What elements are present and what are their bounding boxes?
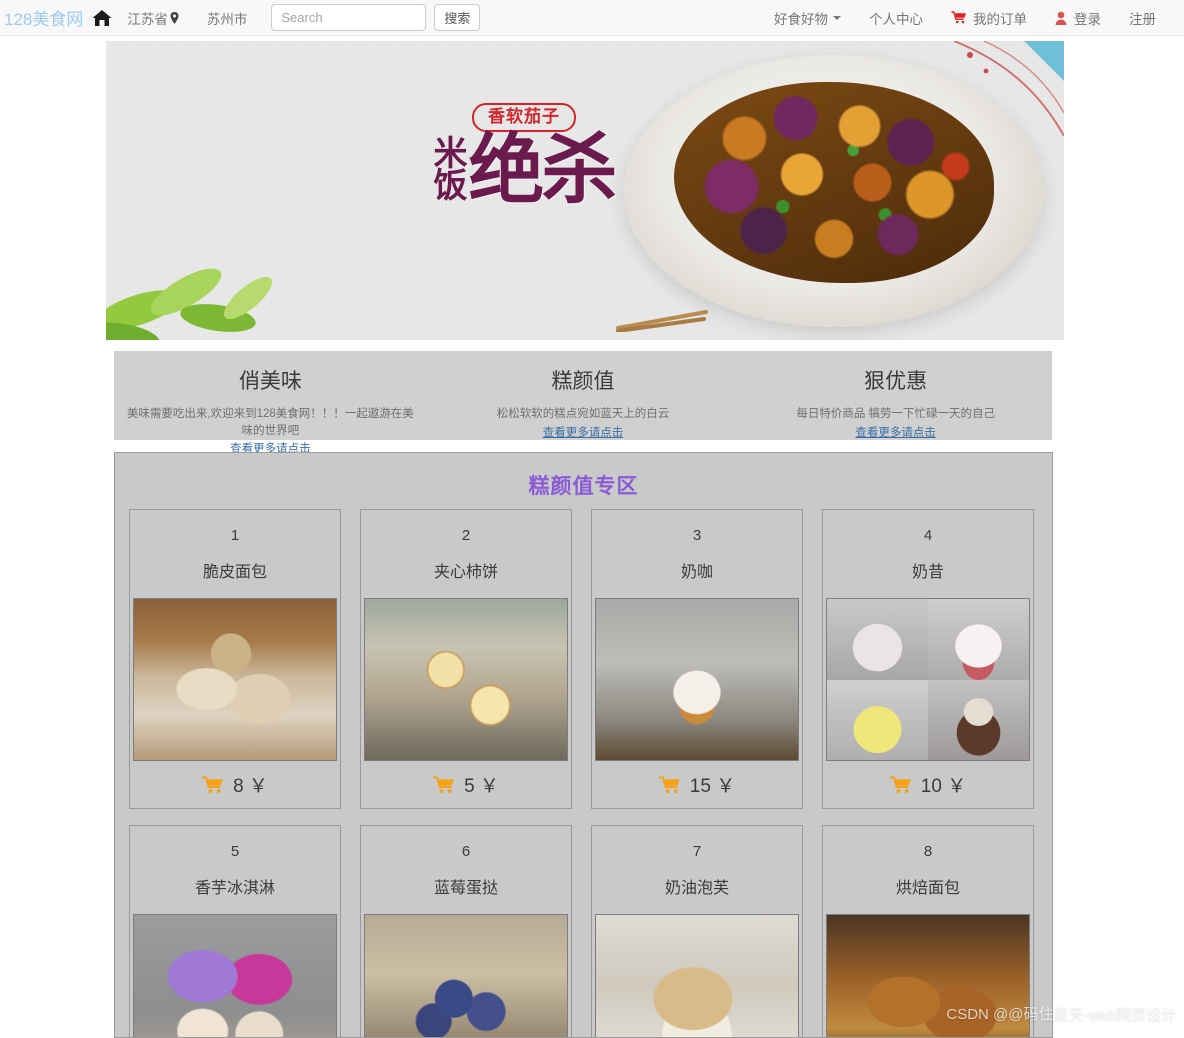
banner-line-2: 饭 — [433, 165, 468, 206]
product-card[interactable]: 7 奶油泡芙 — [591, 825, 803, 1037]
product-price: 8 ￥ — [233, 776, 268, 797]
banner-headline: 香软茄子 米 饭 绝杀 — [374, 103, 674, 215]
search-input[interactable] — [271, 4, 427, 31]
product-price-row[interactable]: 8 ￥ — [130, 761, 340, 808]
nav-item-register[interactable]: 注册 — [1115, 8, 1170, 28]
product-card[interactable]: 3 奶咖 15 ￥ — [591, 509, 803, 809]
nav-province-label: 江苏省 — [127, 11, 168, 27]
product-name: 夹心柿饼 — [433, 564, 498, 581]
feature-more-link[interactable]: 查看更多请点击 — [427, 424, 740, 440]
leaf-decoration — [106, 240, 308, 340]
nav-left-group: 128美食网 江苏省 苏州市 搜索 — [0, 4, 481, 31]
cart-icon[interactable] — [432, 775, 455, 794]
product-grid: 1 脆皮面包 8 ￥ 2 夹心柿饼 5 ￥ 3 奶咖 15 ￥ 4 奶昔 10 ￥ 5 香芋冰淇淋 6 蓝莓蛋… — [115, 509, 1052, 1037]
banner-dish-image — [624, 55, 1044, 327]
product-index: 5 — [230, 843, 240, 860]
product-index: 6 — [461, 843, 471, 860]
product-image[interactable] — [826, 598, 1030, 761]
home-icon[interactable] — [91, 9, 113, 27]
product-card[interactable]: 5 香芋冰淇淋 — [129, 825, 341, 1037]
product-card[interactable]: 4 奶昔 10 ￥ — [822, 509, 1034, 809]
location-pin-icon — [170, 11, 179, 24]
feature-description: 每日特价商品 犒劳一下忙碌一天的自己 — [796, 408, 996, 420]
product-price-row[interactable]: 5 ￥ — [361, 761, 571, 808]
product-name: 烘焙面包 — [895, 880, 960, 897]
banner-huge-text: 绝杀 — [468, 125, 618, 215]
feature-column-3: 狠优惠 每日特价商品 犒劳一下忙碌一天的自己 查看更多请点击 — [739, 351, 1052, 440]
product-name: 蓝莓蛋挞 — [433, 880, 498, 897]
nav-item-goods[interactable]: 好食好物 — [760, 8, 855, 28]
product-index: 2 — [461, 527, 471, 544]
product-image[interactable] — [364, 598, 568, 761]
product-price: 10 ￥ — [920, 776, 967, 797]
feature-highlights: 俏美味 美味需要吃出来,欢迎来到128美食网！！！一起遨游在美味的世界吧 查看更… — [114, 351, 1052, 455]
section-title: 糕颜值专区 — [528, 473, 639, 498]
feature-column-1: 俏美味 美味需要吃出来,欢迎来到128美食网！！！一起遨游在美味的世界吧 查看更… — [114, 351, 427, 455]
product-image[interactable] — [364, 914, 568, 1037]
product-image[interactable] — [595, 914, 799, 1037]
product-index: 3 — [692, 527, 702, 544]
feature-column-2: 糕颜值 松松软软的糕点宛如蓝天上的白云 查看更多请点击 — [427, 351, 740, 440]
product-index: 1 — [230, 527, 240, 544]
eggplant-potato-dish — [674, 82, 994, 284]
banner-big-text: 米 饭 绝杀 — [374, 125, 674, 215]
product-name: 奶昔 — [911, 564, 944, 581]
nav-item-goods-label: 好食好物 — [774, 11, 828, 27]
product-image[interactable] — [595, 598, 799, 761]
feature-title: 糕颜值 — [551, 369, 615, 393]
product-price-row[interactable]: 15 ￥ — [592, 761, 802, 808]
product-index: 7 — [692, 843, 702, 860]
search-group: 搜索 — [271, 4, 481, 31]
dessert-tile — [827, 679, 928, 760]
product-card[interactable]: 8 烘焙面包 — [822, 825, 1034, 1037]
feature-title: 俏美味 — [238, 369, 302, 393]
product-image[interactable] — [133, 598, 337, 761]
cart-icon[interactable] — [658, 775, 681, 794]
search-button[interactable]: 搜索 — [434, 4, 481, 31]
user-icon — [1055, 11, 1067, 25]
hero-banner[interactable]: 香软茄子 米 饭 绝杀 — [106, 41, 1064, 340]
cart-icon — [951, 11, 967, 24]
chopsticks-icon — [616, 310, 712, 333]
product-index: 8 — [923, 843, 933, 860]
nav-province[interactable]: 江苏省 — [113, 8, 193, 28]
nav-item-login-label: 登录 — [1074, 11, 1101, 27]
nav-city[interactable]: 苏州市 — [193, 8, 262, 28]
dessert-tile — [928, 599, 1029, 680]
product-name: 奶油泡芙 — [664, 880, 729, 897]
product-price-row[interactable]: 10 ￥ — [823, 761, 1033, 808]
product-card[interactable]: 1 脆皮面包 8 ￥ — [129, 509, 341, 809]
product-price: 15 ￥ — [689, 776, 736, 797]
nav-item-orders[interactable]: 我的订单 — [937, 8, 1041, 28]
chevron-down-icon — [833, 15, 841, 20]
product-image[interactable] — [826, 914, 1030, 1037]
product-name: 奶咖 — [680, 564, 713, 581]
product-price: 5 ￥ — [464, 776, 499, 797]
feature-description: 美味需要吃出来,欢迎来到128美食网！！！一起遨游在美味的世界吧 — [126, 408, 414, 437]
feature-more-link[interactable]: 查看更多请点击 — [739, 424, 1052, 440]
nav-item-orders-label: 我的订单 — [973, 11, 1027, 27]
top-navigation-bar: 128美食网 江苏省 苏州市 搜索 好食好物 个人中心 — [0, 0, 1184, 36]
nav-item-profile[interactable]: 个人中心 — [855, 8, 937, 28]
dessert-tile — [827, 599, 928, 680]
nav-right-group: 好食好物 个人中心 我的订单 登录 注册 — [760, 8, 1170, 28]
dessert-tile — [928, 679, 1029, 760]
product-card[interactable]: 2 夹心柿饼 5 ￥ — [360, 509, 572, 809]
product-image[interactable] — [133, 914, 337, 1037]
banner-small-lines: 米 饭 — [433, 137, 468, 206]
feature-description: 松松软软的糕点宛如蓝天上的白云 — [496, 408, 670, 420]
product-index: 4 — [923, 527, 933, 544]
cart-icon[interactable] — [889, 775, 912, 794]
site-logo[interactable]: 128美食网 — [0, 5, 89, 30]
product-name: 脆皮面包 — [202, 564, 267, 581]
product-section: 糕颜值专区 1 脆皮面包 8 ￥ 2 夹心柿饼 5 ￥ 3 奶咖 15 ￥ 4 奶昔 10 ￥ 5 香芋冰… — [114, 452, 1053, 1038]
nav-item-login[interactable]: 登录 — [1041, 8, 1115, 28]
cart-icon[interactable] — [201, 775, 224, 794]
product-card[interactable]: 6 蓝莓蛋挞 — [360, 825, 572, 1037]
product-name: 香芋冰淇淋 — [194, 880, 275, 897]
feature-title: 狠优惠 — [864, 369, 928, 393]
